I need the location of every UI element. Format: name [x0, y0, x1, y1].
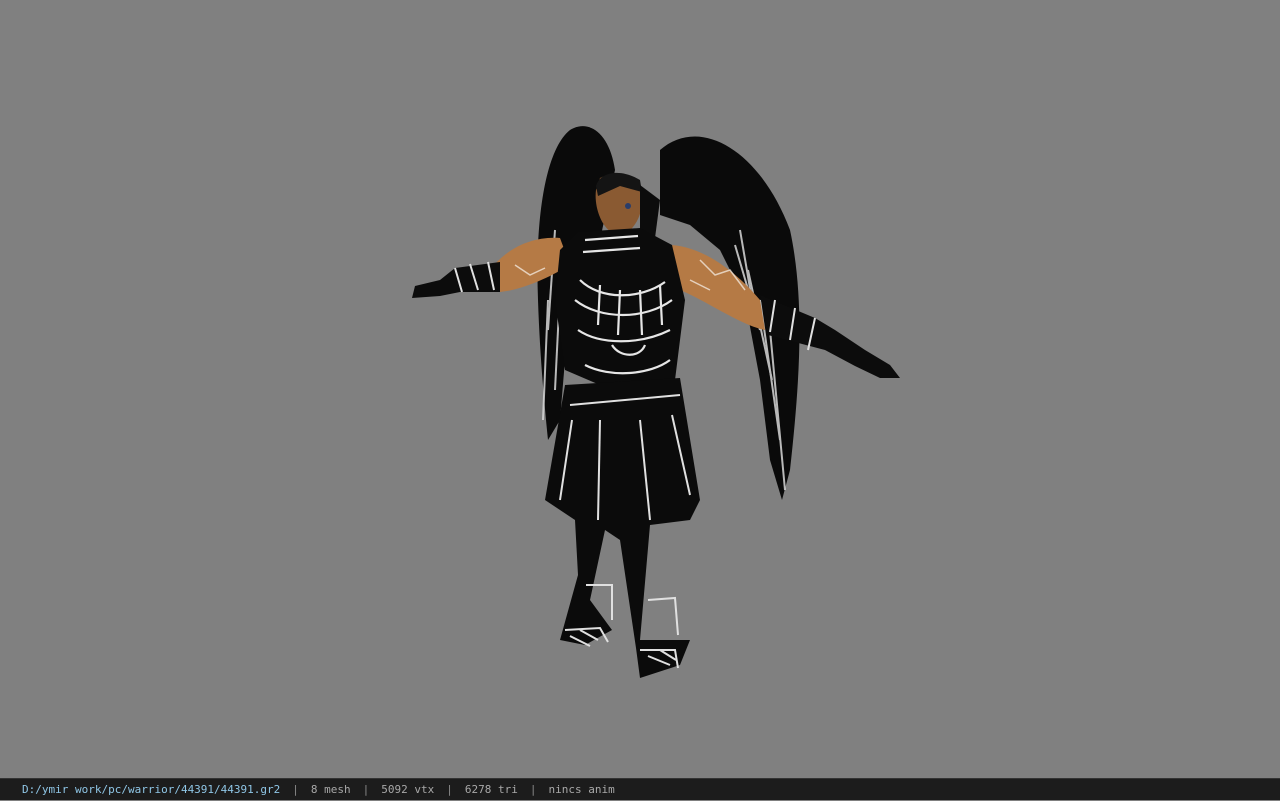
mesh-count: 8 mesh — [310, 783, 351, 796]
character-model[interactable] — [0, 0, 1280, 778]
vertex-count: 5092 vtx — [381, 783, 435, 796]
separator: | — [362, 783, 370, 796]
3d-viewport[interactable] — [0, 0, 1280, 778]
animation-status: nincs anim — [548, 783, 615, 796]
separator: | — [292, 783, 299, 796]
torso — [555, 228, 685, 385]
separator: | — [529, 783, 537, 796]
file-path: D:/ymir work/pc/warrior/44391/44391.gr2 — [22, 783, 281, 796]
status-bar: D:/ymir work/pc/warrior/44391/44391.gr2 |… — [0, 778, 1280, 800]
separator: | — [446, 783, 453, 796]
triangle-count: 6278 tri — [464, 783, 518, 796]
legs — [545, 378, 700, 678]
